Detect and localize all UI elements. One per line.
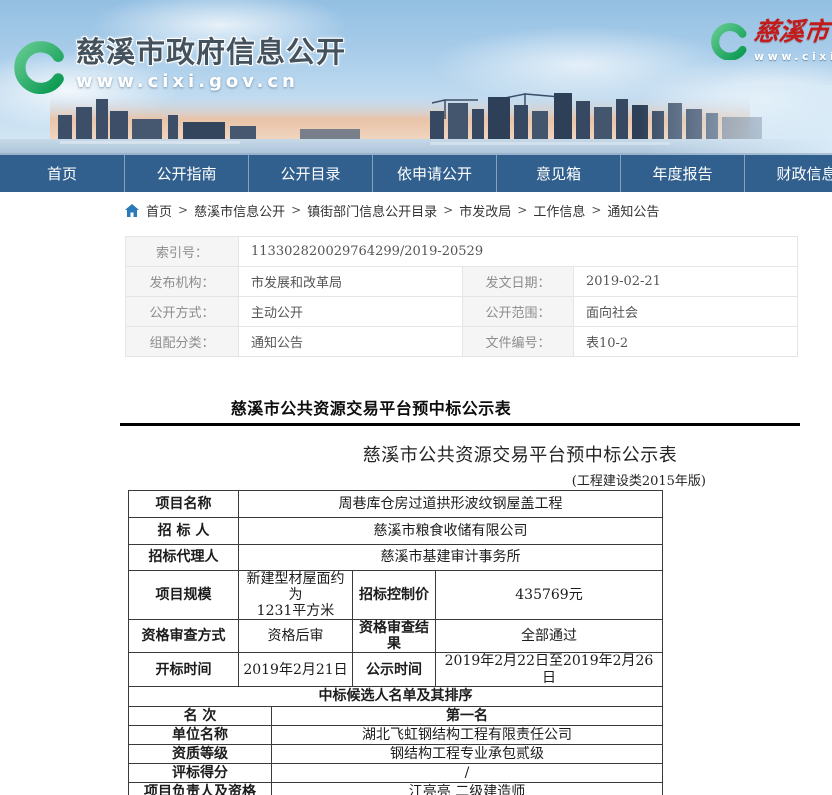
cixi-logo-icon xyxy=(14,36,66,94)
open-time-value: 2019年2月21日 xyxy=(239,653,353,686)
meta-row-org-date: 发布机构： 市发展和改革局 发文日期： 2019-02-21 xyxy=(126,267,798,297)
nav-item-catalog[interactable]: 公开目录 xyxy=(248,155,372,192)
table-row: 项目规模 新建型材屋面约为 1231平方米 招标控制价 435769元 xyxy=(129,571,663,620)
nav-item-annual-report[interactable]: 年度报告 xyxy=(620,155,744,192)
score-value: / xyxy=(272,763,663,782)
manager-label: 项目负责人及资格 xyxy=(129,782,272,795)
rank-value: 第一名 xyxy=(272,706,663,725)
project-name-label: 项目名称 xyxy=(129,491,239,518)
table-row: 招标代理人 慈溪市基建审计事务所 xyxy=(129,545,663,571)
site-title: 慈溪市政府信息公开 xyxy=(76,36,346,68)
meta-method-value: 主动公开 xyxy=(239,297,463,327)
table-row: 中标候选人名单及其排序 xyxy=(129,686,663,706)
breadcrumb-dept-catalog[interactable]: 镇街部门信息公开目录 xyxy=(307,201,437,220)
agent-label: 招标代理人 xyxy=(129,545,239,571)
breadcrumb-fgj[interactable]: 市发改局 xyxy=(459,201,511,220)
breadcrumb-separator: > xyxy=(591,203,601,217)
qual-result-value: 全部通过 xyxy=(436,620,663,653)
meta-org-label: 发布机构： xyxy=(126,267,239,297)
nav-item-guide[interactable]: 公开指南 xyxy=(124,155,248,192)
project-name-value: 周巷库仓房过道拱形波纹钢屋盖工程 xyxy=(239,491,663,518)
header-banner: 慈溪市政府信息公开 www.cixi.gov.cn 慈溪市 www.cixi.g… xyxy=(0,0,832,155)
corner-logo[interactable]: 慈溪市 www.cixi.gov.cn xyxy=(711,18,832,63)
page: 慈溪市政府信息公开 www.cixi.gov.cn 慈溪市 www.cixi.g… xyxy=(0,0,832,795)
bid-award-table: 项目名称 周巷库仓房过道拱形波纹钢屋盖工程 招 标 人 慈溪市粮食收储有限公司 … xyxy=(128,490,663,795)
city-skyline-illustration xyxy=(0,85,832,155)
meta-docno-label: 文件编号： xyxy=(463,327,574,357)
table-row: 资格审查方式 资格后审 资格审查结果 全部通过 xyxy=(129,620,663,653)
meta-scope-value: 面向社会 xyxy=(574,297,798,327)
scale-value: 新建型材屋面约为 1231平方米 xyxy=(239,571,353,620)
control-price-label: 招标控制价 xyxy=(353,571,436,620)
breadcrumb-home[interactable]: 首页 xyxy=(146,201,172,220)
breadcrumb-separator: > xyxy=(443,203,453,217)
meta-docno-value: 表10-2 xyxy=(574,327,798,357)
meta-category-value: 通知公告 xyxy=(239,327,463,357)
qualification-value: 钢结构工程专业承包贰级 xyxy=(272,744,663,763)
breadcrumb-separator: > xyxy=(178,203,188,217)
agent-value: 慈溪市基建审计事务所 xyxy=(239,545,663,571)
breadcrumb: 首页 > 慈溪市信息公开 > 镇街部门信息公开目录 > 市发改局 > 工作信息 … xyxy=(0,194,832,226)
tenderee-value: 慈溪市粮食收储有限公司 xyxy=(239,518,663,545)
meta-method-label: 公开方式： xyxy=(126,297,239,327)
home-icon xyxy=(125,204,139,217)
meta-scope-label: 公开范围： xyxy=(463,297,574,327)
meta-row-method-scope: 公开方式： 主动公开 公开范围： 面向社会 xyxy=(126,297,798,327)
document-title: 慈溪市公共资源交易平台预中标公示表 xyxy=(240,441,800,467)
meta-row-index: 索引号： 113302820029764299/2019-20529 xyxy=(126,237,798,267)
meta-index-label: 索引号： xyxy=(126,237,239,267)
page-title: 慈溪市公共资源交易平台预中标公示表 xyxy=(120,395,622,419)
breadcrumb-work-info[interactable]: 工作信息 xyxy=(533,201,585,220)
breadcrumb-separator: > xyxy=(291,203,301,217)
document-meta-table: 索引号： 113302820029764299/2019-20529 发布机构：… xyxy=(125,236,798,357)
scale-label: 项目规模 xyxy=(129,571,239,620)
publicity-time-label: 公示时间 xyxy=(353,653,436,686)
table-row: 单位名称 湖北飞虹钢结构工程有限责任公司 xyxy=(129,725,663,744)
meta-category-label: 组配分类： xyxy=(126,327,239,357)
rank-label: 名 次 xyxy=(129,706,272,725)
manager-value: 江亮亮 二级建造师 xyxy=(272,782,663,795)
site-url: www.cixi.gov.cn xyxy=(76,71,346,92)
table-row: 项目负责人及资格 江亮亮 二级建造师 xyxy=(129,782,663,795)
meta-row-category-docno: 组配分类： 通知公告 文件编号： 表10-2 xyxy=(126,327,798,357)
table-row: 项目名称 周巷库仓房过道拱形波纹钢屋盖工程 xyxy=(129,491,663,518)
company-label: 单位名称 xyxy=(129,725,272,744)
document-version-note: (工程建设类2015年版) xyxy=(240,470,706,489)
meta-org-value: 市发展和改革局 xyxy=(239,267,463,297)
table-row: 招 标 人 慈溪市粮食收储有限公司 xyxy=(129,518,663,545)
tenderee-label: 招 标 人 xyxy=(129,518,239,545)
qualification-label: 资质等级 xyxy=(129,744,272,763)
open-time-label: 开标时间 xyxy=(129,653,239,686)
score-label: 评标得分 xyxy=(129,763,272,782)
control-price-value: 435769元 xyxy=(436,571,663,620)
table-row: 资质等级 钢结构工程专业承包贰级 xyxy=(129,744,663,763)
table-row: 开标时间 2019年2月21日 公示时间 2019年2月22日至2019年2月2… xyxy=(129,653,663,686)
publicity-time-value: 2019年2月22日至2019年2月26日 xyxy=(436,653,663,686)
breadcrumb-city-info[interactable]: 慈溪市信息公开 xyxy=(194,201,285,220)
meta-date-label: 发文日期： xyxy=(463,267,574,297)
breadcrumb-separator: > xyxy=(517,203,527,217)
nav-item-home[interactable]: 首页 xyxy=(0,155,124,192)
cixi-logo-small-icon xyxy=(711,20,748,60)
table-row: 评标得分 / xyxy=(129,763,663,782)
table-row: 名 次 第一名 xyxy=(129,706,663,725)
nav-item-suggestion-box[interactable]: 意见箱 xyxy=(496,155,620,192)
company-value: 湖北飞虹钢结构工程有限责任公司 xyxy=(272,725,663,744)
qual-method-label: 资格审查方式 xyxy=(129,620,239,653)
corner-site-name: 慈溪市 xyxy=(753,18,832,46)
main-nav: 首页 公开指南 公开目录 依申请公开 意见箱 年度报告 财政信息 xyxy=(0,155,832,192)
nav-item-apply[interactable]: 依申请公开 xyxy=(372,155,496,192)
candidates-header: 中标候选人名单及其排序 xyxy=(129,686,663,706)
qual-method-value: 资格后审 xyxy=(239,620,353,653)
qual-result-label: 资格审查结果 xyxy=(353,620,436,653)
title-divider xyxy=(120,423,800,426)
meta-date-value: 2019-02-21 xyxy=(574,267,798,297)
nav-item-fiscal-info[interactable]: 财政信息 xyxy=(744,155,832,192)
corner-site-url: www.cixi.gov.cn xyxy=(754,50,832,63)
site-logo[interactable]: 慈溪市政府信息公开 www.cixi.gov.cn xyxy=(14,36,346,94)
breadcrumb-notices[interactable]: 通知公告 xyxy=(607,201,659,220)
meta-index-value: 113302820029764299/2019-20529 xyxy=(239,237,798,267)
